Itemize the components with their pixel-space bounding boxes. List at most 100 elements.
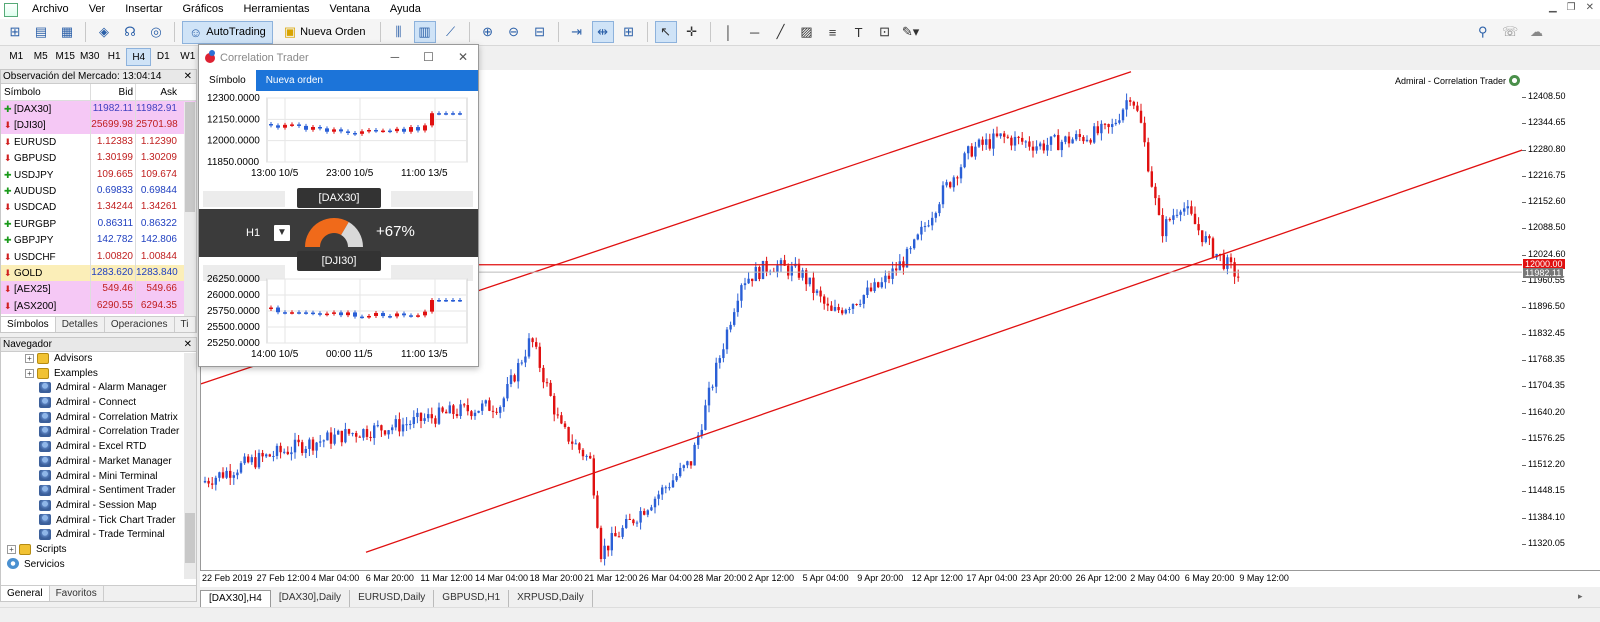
navigator-icon[interactable]: ◈	[93, 21, 115, 43]
timeframe-select[interactable]: H1 ▼	[246, 223, 290, 242]
scroll-right-icon[interactable]: ▸	[1578, 591, 1583, 602]
navigator-scrollbar[interactable]	[184, 353, 196, 579]
expand-icon[interactable]: +	[7, 544, 16, 554]
market-watch-row[interactable]: ⬇ EURUSD 1.12383 1.12390	[1, 133, 196, 151]
tab-symbols[interactable]: Símbolos	[1, 317, 56, 332]
sell-button-a[interactable]	[203, 191, 285, 207]
timeframe-m15[interactable]: M15	[53, 48, 77, 66]
close-icon[interactable]: ✕	[184, 338, 192, 352]
navigator-item[interactable]: + Examples	[1, 367, 196, 382]
close-icon[interactable]: ✕	[184, 70, 192, 84]
market-watch-icon[interactable]: ▦	[56, 21, 78, 43]
timeframe-h1[interactable]: H1	[102, 48, 126, 66]
menu-help[interactable]: Ayuda	[380, 0, 431, 19]
navigator-item[interactable]: Admiral - Session Map	[1, 499, 196, 514]
tab-favorites[interactable]: Favoritos	[50, 586, 104, 601]
market-watch-row[interactable]: ⬇ [DJI30] 25699.98 25701.98	[1, 117, 196, 134]
price-axis[interactable]: 12408.50 12344.65 12280.80 12216.75 12152.60…	[1522, 70, 1600, 570]
profiles-icon[interactable]: ▤	[30, 21, 52, 43]
market-watch-row[interactable]: ⬇ GOLD 1283.620 1283.840	[1, 264, 196, 282]
header-ask[interactable]: Ask	[135, 84, 180, 100]
chart-tab[interactable]: GBPUSD,H1	[434, 590, 510, 607]
timeframe-m1[interactable]: M1	[4, 48, 28, 66]
cursor-icon[interactable]: ↖	[654, 21, 677, 43]
horizontal-line-icon[interactable]: ─	[744, 21, 766, 43]
close-icon[interactable]: ✕	[458, 50, 468, 64]
autotrading-button[interactable]: ☺ AutoTrading	[182, 20, 273, 44]
timeframe-m5[interactable]: M5	[28, 48, 52, 66]
search-icon[interactable]: ⚲	[1478, 24, 1488, 40]
minimize-icon[interactable]: ▁	[1549, 2, 1557, 13]
market-watch-row[interactable]: ⬇ [ASX200] 6290.55 6294.35	[1, 297, 196, 315]
market-watch-row[interactable]: ✚ AUDUSD 0.69833 0.69844	[1, 182, 196, 200]
chart-tab[interactable]: XRPUSD,Daily	[509, 590, 593, 607]
navigator-item[interactable]: Admiral - Connect	[1, 396, 196, 411]
signals-icon[interactable]: ◎	[145, 21, 167, 43]
navigator-item[interactable]: Admiral - Sentiment Trader	[1, 484, 196, 499]
timeframe-h4[interactable]: H4	[126, 48, 152, 66]
bar-chart-icon[interactable]: ⫼	[388, 21, 410, 43]
chart-tab[interactable]: EURUSD,Daily	[350, 590, 435, 607]
tab-ticks[interactable]: Ti	[175, 317, 196, 332]
market-watch-row[interactable]: ✚ GBPJPY 142.782 142.806	[1, 232, 196, 249]
market-watch-scrollbar[interactable]	[184, 102, 196, 317]
minimize-icon[interactable]: ─	[391, 50, 400, 64]
chart-shift-icon[interactable]: ⇹	[591, 21, 614, 43]
navigator-item[interactable]: Admiral - Market Manager	[1, 455, 196, 470]
market-watch-row[interactable]: ✚ [DAX30] 11982.11 11982.91	[1, 101, 196, 118]
tab-details[interactable]: Detalles	[56, 317, 105, 332]
auto-scroll-icon[interactable]: ⇥	[566, 21, 588, 43]
tab-symbol[interactable]: Símbolo	[199, 70, 256, 91]
timeframe-w1[interactable]: W1	[176, 48, 200, 66]
menu-tools[interactable]: Herramientas	[233, 0, 319, 19]
menu-view[interactable]: Ver	[79, 0, 116, 19]
market-watch-row[interactable]: ⬇ USDCAD 1.34244 1.34261	[1, 199, 196, 216]
fibonacci-icon[interactable]: ≡	[822, 21, 844, 43]
close-icon[interactable]: ✕	[1586, 2, 1594, 13]
indicators-icon[interactable]: ⊞	[618, 21, 640, 43]
maximize-icon[interactable]: ☐	[423, 50, 434, 64]
navigator-item[interactable]: Admiral - Correlation Trader	[1, 425, 196, 440]
navigator-item[interactable]: Admiral - Correlation Matrix	[1, 411, 196, 426]
navigator-item[interactable]: Admiral - Trade Terminal	[1, 528, 196, 543]
tile-windows-icon[interactable]: ⊟	[529, 21, 551, 43]
market-watch-row[interactable]: ⬇ GBPUSD 1.30199 1.30209	[1, 150, 196, 167]
shapes-dropdown-icon[interactable]: ✎▾	[900, 21, 922, 43]
tab-general[interactable]: General	[1, 586, 50, 601]
zoom-out-icon[interactable]: ⊖	[503, 21, 525, 43]
text-icon[interactable]: T	[848, 21, 870, 43]
menu-insert[interactable]: Insertar	[115, 0, 172, 19]
new-order-button[interactable]: ▣ Nueva Orden	[277, 21, 373, 44]
terminal-icon[interactable]: ☊	[119, 21, 141, 43]
header-bid[interactable]: Bid	[90, 84, 135, 100]
buy-button-a[interactable]	[391, 191, 473, 207]
navigator-item[interactable]: + Scripts	[1, 543, 196, 558]
market-watch-row[interactable]: ✚ USDJPY 109.665 109.674	[1, 166, 196, 183]
menu-charts[interactable]: Gráficos	[173, 0, 234, 19]
vertical-line-icon[interactable]: │	[718, 21, 740, 43]
trendline-icon[interactable]: ╱	[770, 21, 792, 43]
tab-trading[interactable]: Operaciones	[105, 317, 175, 332]
tab-new-order[interactable]: Nueva orden	[256, 70, 333, 91]
timeframe-m30[interactable]: M30	[77, 48, 101, 66]
label-icon[interactable]: ⊡	[874, 21, 896, 43]
community-icon[interactable]: ☁	[1530, 24, 1543, 40]
market-watch-row[interactable]: ✚ EURGBP 0.86311 0.86322	[1, 215, 196, 233]
crosshair-icon[interactable]: ✛	[681, 21, 703, 43]
menu-file[interactable]: Archivo	[22, 0, 79, 19]
chat-icon[interactable]: ☏	[1502, 24, 1518, 40]
new-chart-icon[interactable]: ⊞	[4, 21, 26, 43]
header-symbol[interactable]: Símbolo	[1, 84, 90, 100]
chart-tab[interactable]: [DAX30],Daily	[271, 590, 351, 607]
market-watch-row[interactable]: ⬇ USDCHF 1.00820 1.00844	[1, 248, 196, 265]
scrollbar-thumb[interactable]	[185, 102, 195, 212]
market-watch-row[interactable]: ⬇ [AEX25] 549.46 549.66	[1, 281, 196, 298]
expand-icon[interactable]: +	[25, 368, 34, 378]
channel-icon[interactable]: ▨	[796, 21, 818, 43]
expand-icon[interactable]: +	[25, 353, 34, 363]
navigator-item[interactable]: Servicios	[1, 558, 196, 573]
timeframe-d1[interactable]: D1	[151, 48, 175, 66]
chevron-down-icon[interactable]: ▼	[274, 224, 290, 241]
zoom-in-icon[interactable]: ⊕	[477, 21, 499, 43]
candlestick-icon[interactable]: ▥	[413, 21, 436, 43]
